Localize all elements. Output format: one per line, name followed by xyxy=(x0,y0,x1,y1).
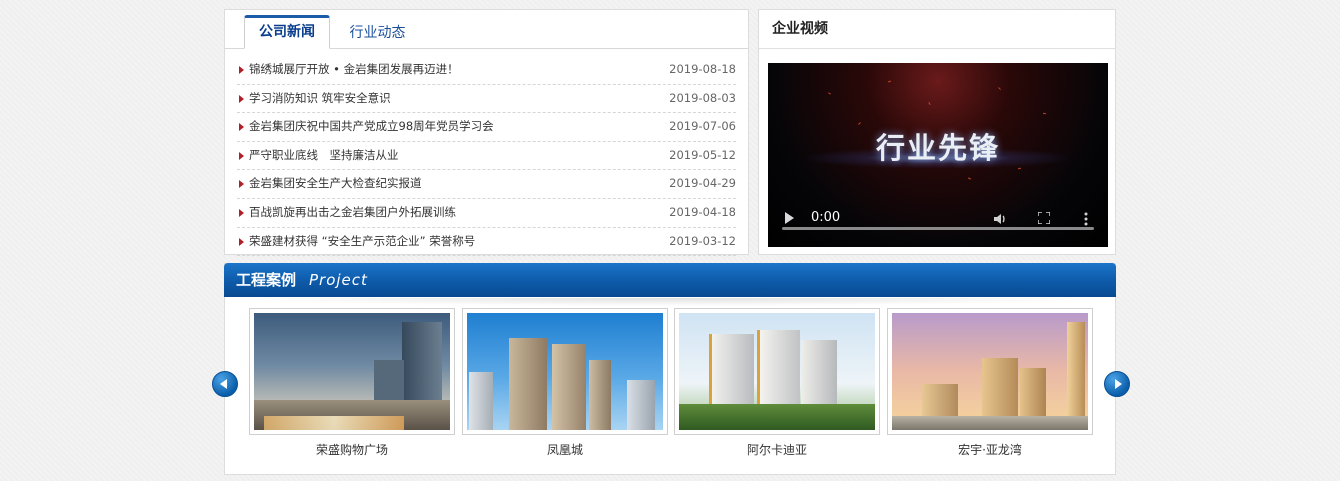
news-title[interactable]: 锦绣城展厅开放 • 金岩集团发展再迈进！ xyxy=(249,56,459,83)
arrow-right-icon[interactable] xyxy=(1104,371,1130,397)
news-title[interactable]: 荣盛建材获得 “安全生产示范企业” 荣誉称号 xyxy=(249,228,475,255)
news-item[interactable]: 荣盛建材获得 “安全生产示范企业” 荣誉称号 2019-03-12 xyxy=(237,228,736,257)
spark-decoration xyxy=(827,92,832,95)
video-poster-text: 行业先锋 xyxy=(875,131,1000,165)
arrow-left-glyph xyxy=(220,379,227,389)
news-date: 2019-04-18 xyxy=(669,204,736,219)
more-icon[interactable] xyxy=(1084,212,1088,226)
volume-icon[interactable] xyxy=(992,211,1008,227)
news-item[interactable]: 金岩集团庆祝中国共产党成立98周年党员学习会 2019-07-06 xyxy=(237,113,736,142)
news-title[interactable]: 金岩集团安全生产大检查纪实报道 xyxy=(249,170,422,197)
project-title-en: Project xyxy=(309,271,368,289)
video-header: 企业视频 xyxy=(759,10,1115,49)
spark-decoration xyxy=(928,101,931,106)
bullet-arrow-icon xyxy=(239,180,244,189)
bullet-arrow-icon xyxy=(239,66,244,74)
case-image[interactable] xyxy=(679,313,875,430)
header-shadow xyxy=(225,298,1115,306)
news-item[interactable]: 严守职业底线 坚持廉洁从业 2019-05-12 xyxy=(237,142,736,171)
news-date: 2019-03-12 xyxy=(669,233,736,248)
bullet-arrow-icon xyxy=(239,94,244,103)
news-date: 2019-08-03 xyxy=(669,90,736,105)
news-date: 2019-04-29 xyxy=(669,176,736,191)
case-label[interactable]: 阿尔卡迪亚 xyxy=(674,441,880,458)
news-item[interactable]: 学习消防知识 筑牢安全意识 2019-08-03 xyxy=(237,85,736,114)
case-label[interactable]: 凤凰城 xyxy=(462,441,668,458)
case-card[interactable] xyxy=(462,308,668,435)
bullet-arrow-icon xyxy=(239,237,244,246)
news-title[interactable]: 百战凯旋再出击之金岩集团户外拓展训练 xyxy=(249,199,456,226)
tab-company-news[interactable]: 公司新闻 xyxy=(244,15,330,49)
news-panel: 公司新闻 行业动态 锦绣城展厅开放 • 金岩集团发展再迈进！ 2019-08-1… xyxy=(224,9,749,257)
bullet-arrow-icon xyxy=(239,151,244,160)
case-card[interactable] xyxy=(674,308,880,435)
spark-decoration xyxy=(887,80,892,83)
news-date: 2019-07-06 xyxy=(669,119,736,134)
fullscreen-icon[interactable] xyxy=(1038,212,1050,224)
arrow-left-icon[interactable] xyxy=(212,371,238,397)
spark-decoration xyxy=(967,177,972,180)
news-list: 锦绣城展厅开放 • 金岩集团发展再迈进！ 2019-08-18 学习消防知识 筑… xyxy=(237,56,736,257)
spark-decoration xyxy=(998,87,1001,90)
bullet-arrow-icon xyxy=(239,123,244,132)
video-time: 0:00 xyxy=(811,210,841,225)
case-card[interactable] xyxy=(887,308,1093,435)
case-card[interactable] xyxy=(249,308,455,435)
project-title-cn: 工程案例 xyxy=(236,271,297,289)
arrow-right-glyph xyxy=(1115,379,1122,389)
news-tab-bar: 公司新闻 行业动态 xyxy=(225,10,748,49)
news-item[interactable]: 金岩集团安全生产大检查纪实报道 2019-04-29 xyxy=(237,170,736,199)
video-progress-bar[interactable] xyxy=(782,227,1094,230)
case-image[interactable] xyxy=(254,313,450,430)
news-title[interactable]: 严守职业底线 坚持廉洁从业 xyxy=(249,142,399,169)
play-icon[interactable] xyxy=(785,212,794,224)
bullet-arrow-icon xyxy=(239,208,244,217)
news-title[interactable]: 金岩集团庆祝中国共产党成立98周年党员学习会 xyxy=(249,113,494,140)
news-item[interactable]: 锦绣城展厅开放 • 金岩集团发展再迈进！ 2019-08-18 xyxy=(237,56,736,85)
case-image[interactable] xyxy=(892,313,1088,430)
video-controls: 0:00 xyxy=(768,199,1108,247)
news-date: 2019-05-12 xyxy=(669,147,736,162)
news-item[interactable]: 百战凯旋再出击之金岩集团户外拓展训练 2019-04-18 xyxy=(237,199,736,228)
news-date: 2019-08-18 xyxy=(669,62,736,76)
spark-decoration xyxy=(1042,112,1047,115)
case-label[interactable]: 宏宇·亚龙湾 xyxy=(887,441,1093,458)
video-player[interactable]: 行业先锋 0:00 xyxy=(768,63,1108,247)
news-title[interactable]: 学习消防知识 筑牢安全意识 xyxy=(249,85,391,112)
tab-industry-news[interactable]: 行业动态 xyxy=(335,15,420,48)
case-image[interactable] xyxy=(467,313,663,430)
video-panel: 企业视频 行业先锋 0:00 xyxy=(758,9,1116,255)
case-label[interactable]: 荣盛购物广场 xyxy=(249,441,455,458)
project-header: 工程案例 Project xyxy=(224,263,1116,297)
